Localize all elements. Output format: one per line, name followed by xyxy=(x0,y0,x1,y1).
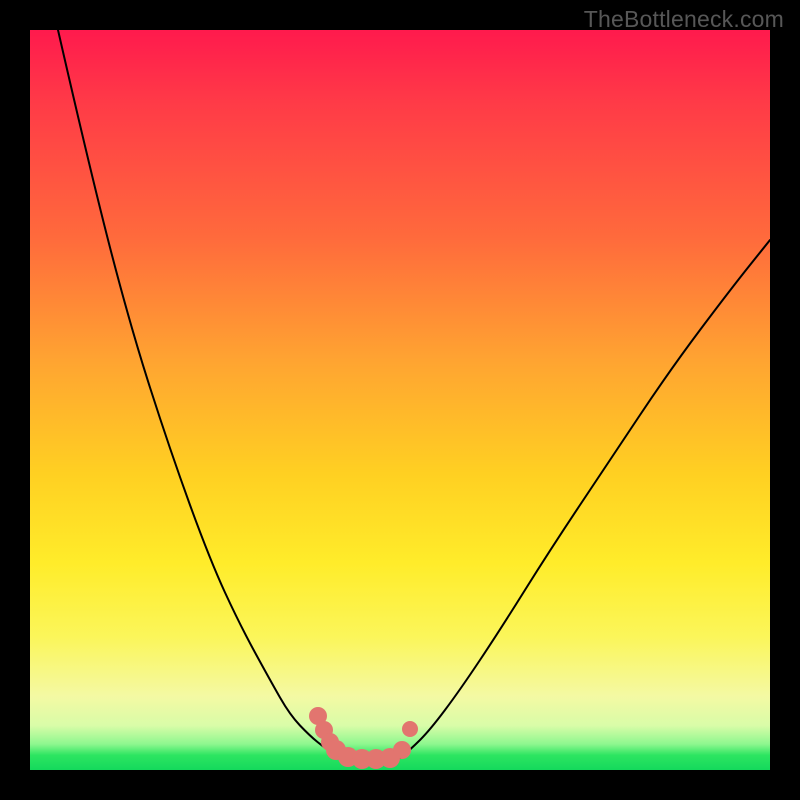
plot-area xyxy=(30,30,770,770)
curve-layer xyxy=(30,30,770,770)
series-right-curve xyxy=(400,240,770,758)
marker-right-dot-lower xyxy=(393,741,411,759)
marker-right-dot-upper xyxy=(402,721,418,737)
outer-black-frame: TheBottleneck.com xyxy=(0,0,800,800)
series-left-curve xyxy=(58,30,342,758)
watermark-text: TheBottleneck.com xyxy=(584,6,784,33)
